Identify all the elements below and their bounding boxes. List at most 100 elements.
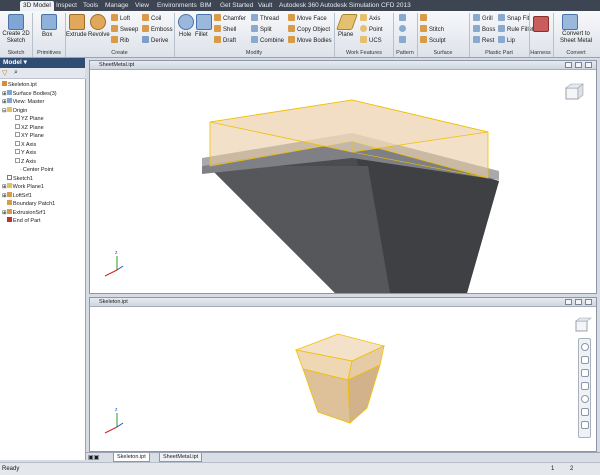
tree-item-x-axis[interactable]: X Axis xyxy=(15,140,36,150)
thread-button[interactable]: Thread xyxy=(251,14,279,23)
tree-item-extrusionsrf1[interactable]: ⊞ ExtrusionSrf1 xyxy=(2,208,46,218)
tree-item-surface-bodies[interactable]: ⊞ Surface Bodies(3) xyxy=(2,89,57,99)
move-face-button[interactable]: Move Face xyxy=(288,14,327,23)
tab-manage[interactable]: Manage xyxy=(102,1,132,11)
box-button[interactable]: Box xyxy=(42,31,52,39)
sweep-button[interactable]: Sweep xyxy=(111,25,138,34)
ucs-button[interactable]: UCS xyxy=(360,36,382,45)
box-icon[interactable] xyxy=(41,14,57,30)
split-button[interactable]: Split xyxy=(251,25,272,34)
look-at-icon[interactable] xyxy=(581,408,589,416)
emboss-button[interactable]: Emboss xyxy=(142,25,173,34)
find-icon[interactable]: ⌕ xyxy=(14,69,18,77)
copy-object-button[interactable]: Copy Object xyxy=(288,25,330,34)
model-canvas-sheetmetal[interactable]: z xyxy=(90,70,596,293)
maximize-button[interactable] xyxy=(575,62,582,68)
mirror-button[interactable] xyxy=(399,36,408,45)
tree-item-end-of-part[interactable]: End of Part xyxy=(7,217,41,226)
extrude-icon[interactable] xyxy=(69,14,85,30)
tab-3d-model[interactable]: 3D Model xyxy=(20,1,54,11)
pan-icon[interactable] xyxy=(581,356,589,364)
hole-icon[interactable] xyxy=(178,14,194,30)
tab-get-started[interactable]: Get Started xyxy=(217,1,256,11)
tree-item-center-point[interactable]: ·Center Point xyxy=(20,166,53,175)
combine-button[interactable]: Combine xyxy=(251,36,284,45)
create-2d-sketch-button[interactable]: Create 2D Sketch xyxy=(2,31,30,45)
tile-windows-icon[interactable]: ▣▣ xyxy=(88,454,99,461)
tab-environments[interactable]: Environments xyxy=(154,1,200,11)
rectangular-pattern-button[interactable] xyxy=(399,14,408,23)
move-bodies-button[interactable]: Move Bodies xyxy=(288,36,332,45)
loft-button[interactable]: Loft xyxy=(111,14,130,23)
axis-button[interactable]: Axis xyxy=(360,14,380,23)
viewport-skeleton[interactable]: Skeleton.ipt z xyxy=(89,297,597,452)
harness-icon[interactable] xyxy=(533,16,549,32)
sculpt-button[interactable]: Sculpt xyxy=(420,36,446,45)
stitch-button[interactable]: Stitch xyxy=(420,25,444,34)
maximize-button[interactable] xyxy=(575,299,582,305)
tree-item-skeleton[interactable]: Skeleton.ipt xyxy=(2,81,37,90)
tree-item-y-axis[interactable]: Y Axis xyxy=(15,149,36,158)
tree-item-sketch1[interactable]: Sketch1 xyxy=(7,174,33,184)
derive-button[interactable]: Derive xyxy=(142,36,168,45)
point-button[interactable]: Point xyxy=(360,25,383,34)
rest-button[interactable]: Rest xyxy=(473,36,494,45)
revolve-icon[interactable] xyxy=(90,14,106,30)
boss-button[interactable]: Boss xyxy=(473,25,495,34)
folder-icon xyxy=(6,106,12,112)
snap-fit-button[interactable]: Snap Fit xyxy=(498,14,529,23)
tree-item-yz-plane[interactable]: YZ Plane xyxy=(15,115,44,124)
minimize-button[interactable] xyxy=(565,62,572,68)
tab-tools[interactable]: Tools xyxy=(80,1,101,11)
tab-bim[interactable]: BIM xyxy=(197,1,215,11)
tab-autodesk-360[interactable]: Autodesk 360 xyxy=(276,1,322,11)
draft-button[interactable]: Draft xyxy=(214,36,236,45)
thicken-button[interactable] xyxy=(420,14,429,23)
circular-pattern-button[interactable] xyxy=(399,25,408,34)
coil-button[interactable]: Coil xyxy=(142,14,161,23)
lip-button[interactable]: Lip xyxy=(498,36,515,45)
tree-item-xz-plane[interactable]: XZ Plane xyxy=(15,123,44,133)
tree-item-view-master[interactable]: ⊞ View: Master xyxy=(2,98,44,107)
tab-inspect[interactable]: Inspect xyxy=(53,1,80,11)
create-sketch-icon[interactable] xyxy=(8,14,24,30)
convert-to-sheet-metal-icon[interactable] xyxy=(562,14,578,30)
fillet-icon[interactable] xyxy=(196,14,212,30)
plane-icon[interactable] xyxy=(336,14,358,30)
convert-to-sheet-metal-button[interactable]: Convert to Sheet Metal xyxy=(554,31,598,45)
doc-tab-sheetmetal[interactable]: SheetMetal.ipt xyxy=(159,453,203,462)
fillet-button[interactable]: Fillet xyxy=(195,31,208,39)
zoom-window-icon[interactable] xyxy=(581,382,589,390)
hole-button[interactable]: Hole xyxy=(179,31,191,39)
chamfer-button[interactable]: Chamfer xyxy=(214,14,246,23)
tree-item-boundary-patch1[interactable]: Boundary Patch1 xyxy=(7,200,55,209)
steering-wheel-icon[interactable] xyxy=(581,343,589,351)
shell-button[interactable]: Shell xyxy=(214,25,236,34)
tree-item-z-axis[interactable]: Z Axis xyxy=(15,157,36,167)
minimize-button[interactable] xyxy=(565,299,572,305)
viewport-sheetmetal[interactable]: SheetMetal.ipt z xyxy=(89,60,597,294)
zoom-icon[interactable] xyxy=(581,369,589,377)
close-button[interactable] xyxy=(585,299,592,305)
tree-item-work-plane1[interactable]: ⊞ Work Plane1 xyxy=(2,183,44,192)
tab-view[interactable]: View xyxy=(132,1,152,11)
tree-item-origin[interactable]: ⊟ Origin xyxy=(2,106,27,116)
filter-icon[interactable]: ▽ xyxy=(2,69,7,77)
model-canvas-skeleton[interactable]: z xyxy=(90,307,596,451)
plane-button[interactable]: Plane xyxy=(338,31,353,39)
viewcube[interactable] xyxy=(575,317,592,332)
doc-tab-skeleton[interactable]: Skeleton.ipt xyxy=(113,453,150,462)
tree-item-loftsrf1[interactable]: ⊞ LoftSrf1 xyxy=(2,191,32,201)
extrude-button[interactable]: Extrude xyxy=(66,31,87,39)
browser-header[interactable]: Model ▾ xyxy=(0,58,85,68)
tab-simulation-cfd[interactable]: Autodesk Simulation CFD 2013 xyxy=(317,1,414,11)
revolve-button[interactable]: Revolve xyxy=(88,31,110,39)
viewcube[interactable] xyxy=(565,83,584,100)
view-face-icon[interactable] xyxy=(581,421,589,429)
orbit-icon[interactable] xyxy=(581,395,589,403)
grill-button[interactable]: Grill xyxy=(473,14,493,23)
tab-vault[interactable]: Vault xyxy=(255,1,275,11)
rib-button[interactable]: Rib xyxy=(111,36,129,45)
tree-item-xy-plane[interactable]: XY Plane xyxy=(15,132,44,141)
close-button[interactable] xyxy=(585,62,592,68)
